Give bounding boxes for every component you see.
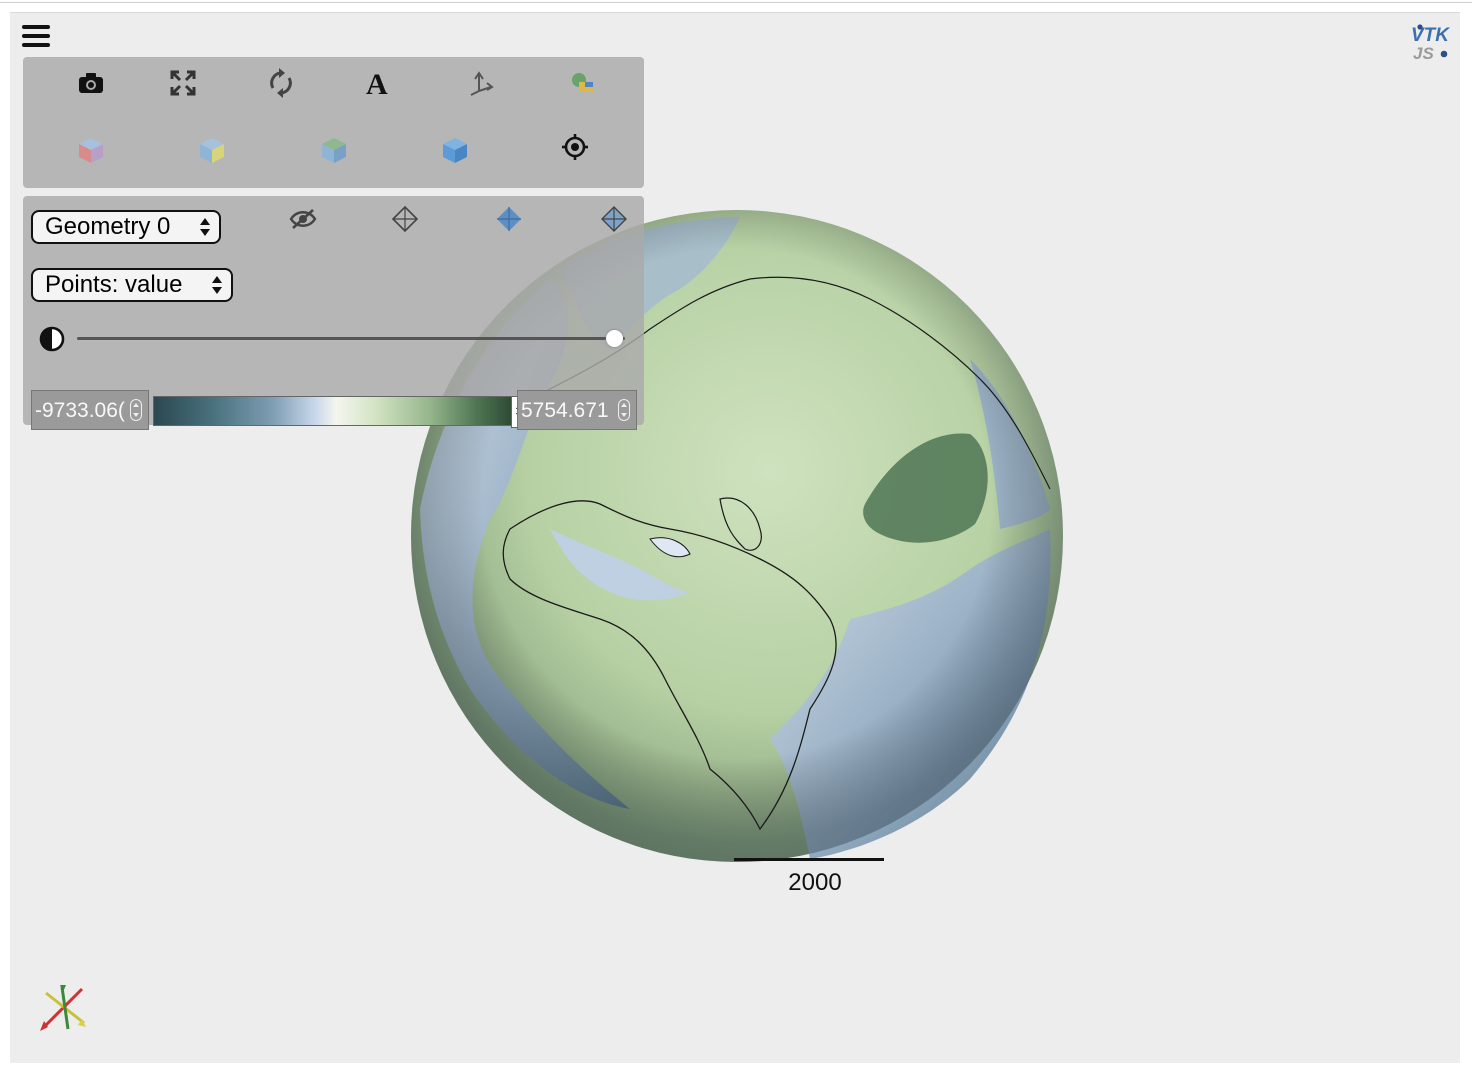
range-max-value: 5754.671 [521,399,609,422]
reset-camera-icon[interactable] [261,63,301,103]
color-layers-icon[interactable] [563,63,603,103]
top-border [0,2,1472,3]
colormap-bar[interactable] [153,396,513,426]
orientation-axes-widget[interactable] [38,983,92,1033]
select-arrows-icon [212,276,222,294]
geometry-select-value: Geometry 0 [45,213,171,240]
svg-text:A: A [366,68,388,98]
color-by-select-value: Points: value [45,271,183,298]
visibility-off-icon[interactable] [283,199,323,239]
select-arrows-icon [200,218,210,236]
surface-icon[interactable] [489,199,529,239]
view-x-icon[interactable] [71,130,111,170]
range-min-value: -9733.06( [35,399,125,422]
svg-text:JS: JS [1413,44,1434,63]
controls-panel: Geometry 0 Points: value -9733.06(5754.… [23,196,644,430]
center-target-icon[interactable] [555,127,595,167]
fullscreen-icon[interactable] [163,63,203,103]
scale-bar [734,858,884,861]
spinner-icon[interactable] [618,399,630,421]
text-annotation-icon[interactable]: A [358,63,398,103]
color-by-select[interactable]: Points: value [31,268,233,302]
menu-button[interactable] [20,22,52,52]
range-max-input[interactable]: 5754.671 [517,390,637,430]
toolbar-panel: A [23,57,644,188]
axes-orientation-icon[interactable] [461,63,501,103]
svg-text:VTK: VTK [1411,25,1450,46]
range-min-input[interactable]: -9733.06( [31,390,149,430]
screenshot-icon[interactable] [71,63,111,103]
opacity-slider-thumb[interactable] [606,330,623,347]
view-z-icon[interactable] [314,130,354,170]
opacity-icon [39,326,65,352]
opacity-slider[interactable] [77,337,625,340]
view-iso-icon[interactable] [435,130,475,170]
render-viewport[interactable]: VTK JS A Geometry 0 Points: value -9733.… [10,12,1460,1063]
wireframe-icon[interactable] [594,199,634,239]
points-icon[interactable] [385,199,425,239]
view-y-icon[interactable] [192,130,232,170]
geometry-select[interactable]: Geometry 0 [31,210,221,244]
spinner-icon[interactable] [130,399,142,421]
vtkjs-logo: VTK JS [1411,24,1450,63]
scale-bar-label: 2000 [788,869,842,896]
